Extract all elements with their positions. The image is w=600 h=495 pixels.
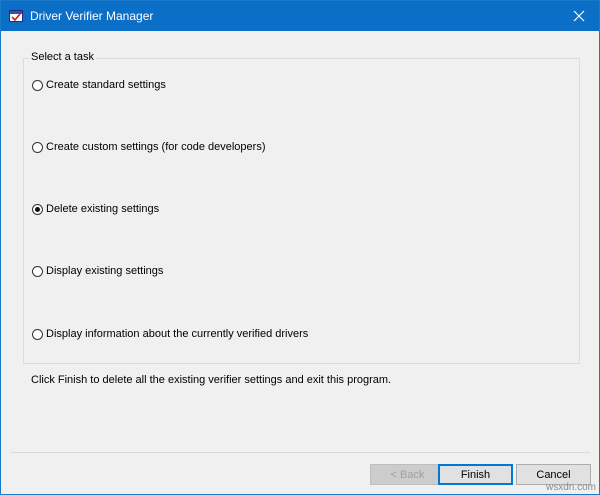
option-label: Display information about the currently … bbox=[46, 328, 309, 340]
option-label: Create standard settings bbox=[46, 79, 166, 91]
radio-button[interactable] bbox=[32, 79, 43, 91]
radio-button[interactable] bbox=[32, 328, 43, 340]
option-create-standard-settings[interactable]: Create standard settings bbox=[32, 78, 166, 92]
option-label: Display existing settings bbox=[46, 265, 164, 277]
window-title: Driver Verifier Manager bbox=[30, 9, 154, 23]
radio-button-selected[interactable] bbox=[32, 203, 43, 215]
back-button[interactable]: < Back bbox=[370, 464, 445, 485]
footer-divider bbox=[11, 452, 590, 453]
groupbox-title: Select a task bbox=[29, 51, 96, 63]
radio-button[interactable] bbox=[32, 141, 43, 153]
watermark: wsxdn.com bbox=[545, 482, 596, 493]
option-label: Create custom settings (for code develop… bbox=[46, 141, 266, 153]
close-icon bbox=[573, 10, 585, 22]
option-display-verified-drivers-info[interactable]: Display information about the currently … bbox=[32, 327, 308, 341]
radio-button[interactable] bbox=[32, 265, 43, 277]
finish-button[interactable]: Finish bbox=[438, 464, 513, 485]
option-create-custom-settings[interactable]: Create custom settings (for code develop… bbox=[32, 140, 266, 154]
option-label: Delete existing settings bbox=[46, 203, 160, 215]
close-button[interactable] bbox=[559, 1, 599, 31]
option-delete-existing-settings[interactable]: Delete existing settings bbox=[32, 202, 159, 216]
title-bar[interactable]: Driver Verifier Manager bbox=[1, 1, 599, 31]
option-display-existing-settings[interactable]: Display existing settings bbox=[32, 264, 163, 278]
task-description: Click Finish to delete all the existing … bbox=[31, 374, 392, 386]
dialog-window: Driver Verifier Manager Select a task Cr… bbox=[0, 0, 600, 495]
driver-verifier-icon bbox=[9, 9, 23, 23]
